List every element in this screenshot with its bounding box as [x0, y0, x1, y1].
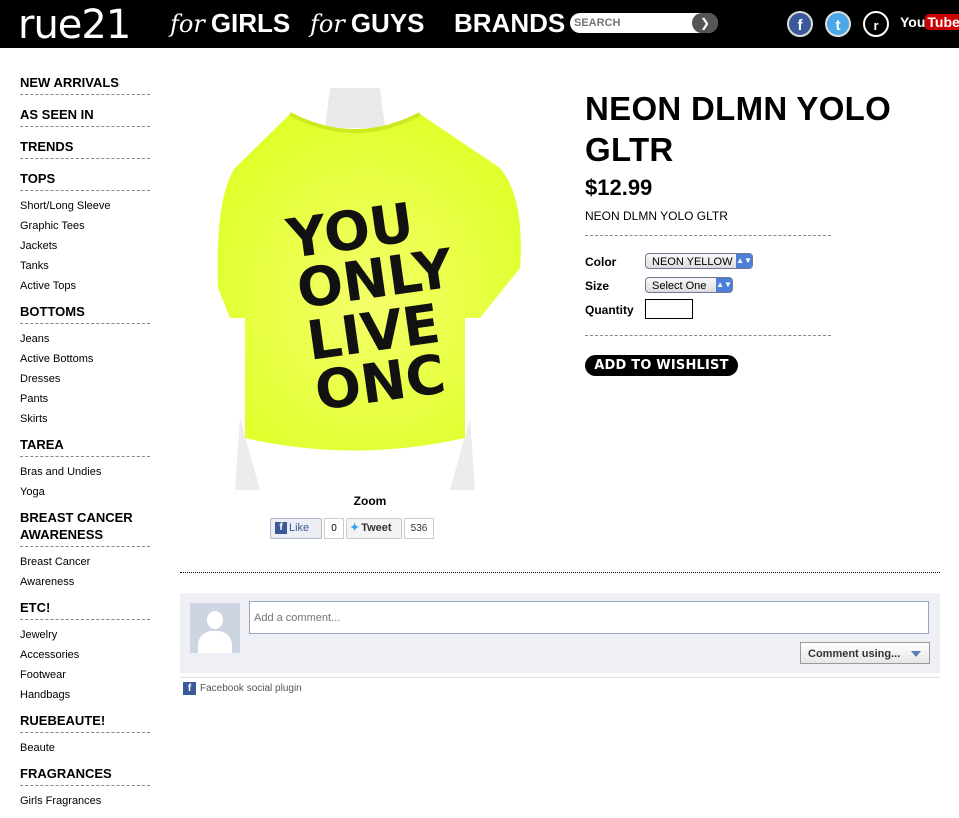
subcategory-link[interactable]: Bras and Undies [20, 462, 150, 482]
color-label: Color [585, 255, 617, 269]
avatar [190, 603, 240, 653]
subcategory-link[interactable]: Handbags [20, 685, 150, 705]
size-label: Size [585, 279, 610, 293]
bottoms-subcategories: Jeans Active Bottoms Dresses Pants Skirt… [20, 329, 150, 429]
fragrances-subcategories: Girls Fragrances [20, 791, 150, 811]
tweet-button[interactable]: ✦ Tweet [346, 518, 402, 539]
subcategory-link[interactable]: Dresses [20, 369, 150, 389]
divider [180, 677, 940, 678]
subcategory-link[interactable]: Accessories [20, 645, 150, 665]
subcategory-link[interactable]: Breast Cancer Awareness [20, 552, 100, 592]
twitter-bird-icon: ✦ [350, 522, 360, 534]
subcategory-link[interactable]: Girls Fragrances [20, 791, 150, 811]
quantity-label: Quantity [585, 303, 634, 317]
subcategory-link[interactable]: Graphic Tees [20, 216, 150, 236]
plugin-label: Facebook social plugin [200, 683, 302, 695]
category-etc[interactable]: ETC! [20, 599, 150, 620]
rue21-logo[interactable]: rue21 [18, 2, 131, 48]
like-label: Like [289, 522, 310, 534]
product-title: NEON DLMN YOLO GLTR [585, 90, 892, 168]
mannequin-neck [325, 87, 385, 128]
select-arrows-icon: ▲▼ [716, 278, 732, 292]
section-divider [180, 572, 940, 573]
category-sidebar: NEW ARRIVALS AS SEEN IN TRENDS TOPS Shor… [20, 74, 150, 818]
youtube-tube: Tube [925, 14, 959, 30]
nav-label: GIRLS [210, 8, 291, 38]
zoom-link[interactable]: Zoom [330, 494, 410, 508]
category-bottoms[interactable]: BOTTOMS [20, 303, 150, 324]
tweet-label: Tweet [361, 522, 392, 534]
color-select[interactable]: NEON YELLOW ▲▼ [645, 253, 753, 269]
nav-for-girls[interactable]: for GIRLS [170, 8, 290, 39]
category-tarea[interactable]: TAREA [20, 436, 150, 457]
facebook-small-icon: f [183, 682, 196, 695]
comment-using-dropdown[interactable]: Comment using... [800, 642, 930, 664]
quantity-input[interactable] [645, 299, 693, 319]
nav-for-guys[interactable]: for GUYS [310, 8, 425, 39]
facebook-like-button[interactable]: f Like [270, 518, 322, 539]
subcategory-link[interactable]: Yoga [20, 482, 150, 502]
top-navigation-bar: rue21 forGIRLS forGUYS BRANDS ❯ f t r Yo… [0, 0, 959, 48]
product-price: $12.99 [585, 175, 653, 200]
size-select-value: Select One [652, 280, 707, 292]
ruebeaute-subcategories: Beaute [20, 738, 150, 758]
subcategory-link[interactable]: Beaute [20, 738, 150, 758]
nav-brands[interactable]: BRANDS [454, 8, 565, 39]
search-go-icon[interactable]: ❯ [692, 13, 718, 33]
subcategory-link[interactable]: Short/Long Sleeve [20, 196, 150, 216]
rue21-circle-icon[interactable]: r [863, 11, 889, 37]
divider [585, 335, 831, 336]
subcategory-link[interactable]: Active Bottoms [20, 349, 150, 369]
dropdown-arrow-icon [911, 651, 921, 657]
tarea-subcategories: Bras and Undies Yoga [20, 462, 150, 502]
category-as-seen-in[interactable]: AS SEEN IN [20, 106, 150, 127]
color-select-value: NEON YELLOW [652, 256, 733, 268]
tops-subcategories: Short/Long Sleeve Graphic Tees Jackets T… [20, 196, 150, 296]
youtube-you: You [900, 14, 926, 30]
category-breast-cancer-awareness[interactable]: BREAST CANCER AWARENESS [20, 509, 150, 547]
subcategory-link[interactable]: Jeans [20, 329, 150, 349]
subcategory-link[interactable]: Pants [20, 389, 150, 409]
nav-prefix: for [170, 10, 205, 38]
twitter-icon[interactable]: t [825, 11, 851, 37]
product-shirt-graphic: YOU ONLY LIVE ONC [217, 87, 521, 490]
search-input[interactable] [574, 15, 684, 31]
search-box: ❯ [570, 13, 718, 33]
subcategory-link[interactable]: Footwear [20, 665, 150, 685]
size-select[interactable]: Select One ▲▼ [645, 277, 733, 293]
category-tops[interactable]: TOPS [20, 170, 150, 191]
subcategory-link[interactable]: Active Tops [20, 276, 150, 296]
nav-prefix: for [310, 10, 345, 38]
subcategory-link[interactable]: Tanks [20, 256, 150, 276]
category-ruebeaute[interactable]: RUEBEAUTE! [20, 712, 150, 733]
subcategory-link[interactable]: Skirts [20, 409, 150, 429]
etc-subcategories: Jewelry Accessories Footwear Handbags [20, 625, 150, 705]
product-image[interactable]: YOU ONLY LIVE ONC [180, 87, 530, 490]
subcategory-link[interactable]: Jackets [20, 236, 150, 256]
tweet-count: 536 [404, 518, 434, 539]
nav-label: GUYS [350, 8, 425, 38]
divider [585, 235, 831, 236]
breast-cancer-subcategories: Breast Cancer Awareness [20, 552, 150, 592]
category-trends[interactable]: TRENDS [20, 138, 150, 159]
facebook-small-icon: f [275, 522, 287, 534]
facebook-social-plugin-link[interactable]: f Facebook social plugin [183, 682, 302, 695]
category-new-arrivals[interactable]: NEW ARRIVALS [20, 74, 150, 95]
comment-using-label: Comment using... [808, 648, 901, 660]
like-count: 0 [324, 518, 344, 539]
product-sku: NEON DLMN YOLO GLTR [585, 209, 728, 223]
facebook-icon[interactable]: f [787, 11, 813, 37]
comment-input[interactable] [249, 601, 929, 634]
add-to-wishlist-button[interactable]: ADD TO WISHLIST [585, 355, 738, 376]
youtube-icon[interactable]: You Tube [900, 14, 959, 30]
subcategory-link[interactable]: Jewelry [20, 625, 150, 645]
select-arrows-icon: ▲▼ [736, 254, 752, 268]
category-fragrances[interactable]: FRAGRANCES [20, 765, 150, 786]
facebook-comments: Comment using... [180, 593, 940, 673]
